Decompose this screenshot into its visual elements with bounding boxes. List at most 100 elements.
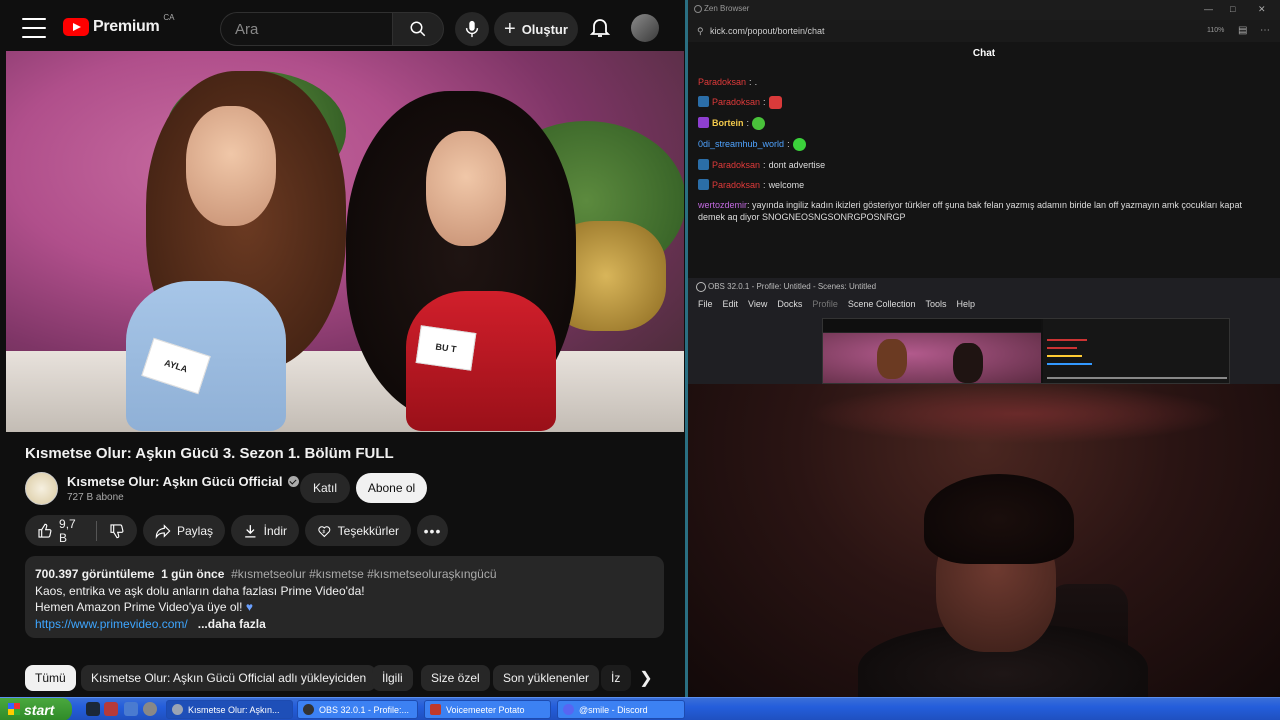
channel-name[interactable]: Kısmetse Olur: Aşkın Gücü Official (67, 474, 299, 489)
taskbar-item-youtube[interactable]: Kısmetse Olur: Aşkın... (166, 700, 293, 719)
address-bar[interactable]: kick.com/popout/bortein/chat (688, 20, 1280, 42)
menu-docks[interactable]: Docks (777, 299, 802, 309)
chat-sep: : (763, 97, 766, 107)
menu-view[interactable]: View (748, 299, 767, 309)
obs-icon (696, 282, 706, 292)
dislike-icon[interactable] (109, 522, 125, 540)
chat-message: Paradoksan: welcome (698, 179, 1270, 191)
video-title: Kısmetse Olur: Aşkın Gücü 3. Sezon 1. Bö… (25, 445, 394, 462)
subscriber-badge-icon (698, 96, 709, 107)
chat-username[interactable]: wertozdemir (698, 200, 747, 210)
preview-header (823, 319, 1041, 333)
reader-icon[interactable]: ▤ (1238, 25, 1247, 36)
menu-file[interactable]: File (698, 299, 713, 309)
chat-username[interactable]: Paradoksan (712, 179, 760, 191)
description-box[interactable]: 700.397 görüntüleme 1 gün önce #kısmetse… (25, 556, 664, 638)
youtube-play-icon (63, 18, 89, 36)
taskbar-item-voicemeeter[interactable]: Voicemeeter Potato (424, 700, 551, 719)
upload-age: 1 gün önce (161, 567, 225, 581)
steam-icon[interactable] (86, 702, 100, 716)
desktop: Premium CA Ara + Oluştur AYLA BU T Kısme… (0, 0, 1280, 720)
quicklaunch-app-icon[interactable] (124, 702, 138, 716)
chat-sep: : (747, 200, 750, 210)
obs-preview[interactable] (822, 318, 1230, 384)
site-settings-icon[interactable]: ⚲ (697, 26, 704, 37)
subscriber-badge-icon (698, 179, 709, 190)
thanks-heart-icon: $ (318, 525, 331, 537)
video-player[interactable]: AYLA BU T (6, 51, 684, 432)
url-text[interactable]: kick.com/popout/bortein/chat (710, 26, 825, 36)
close-icon[interactable]: ✕ (1258, 4, 1266, 15)
browser-quicklaunch-icon[interactable] (143, 702, 157, 716)
chip-all[interactable]: Tümü (25, 665, 76, 691)
chat-message: wertozdemir: yayında ingiliz kadın ikizl… (698, 199, 1270, 223)
prime-video-link[interactable]: https://www.primevideo.com/ (35, 617, 188, 631)
chat-text: dont advertise (768, 160, 826, 170)
youtube-header: Premium CA Ara + Oluştur (0, 0, 688, 56)
chip-related[interactable]: İlgili (372, 665, 413, 691)
chevron-right-icon[interactable]: ❯ (632, 665, 660, 691)
video-person-face (426, 131, 506, 246)
start-button[interactable]: start (0, 698, 72, 720)
browser-window: Zen Browser — □ ✕ kick.com/popout/bortei… (688, 0, 1280, 278)
maximize-icon[interactable]: □ (1230, 4, 1235, 14)
taskbar-item-obs[interactable]: OBS 32.0.1 - Profile:... (297, 700, 418, 719)
search-input[interactable]: Ara (220, 12, 392, 46)
chip-for-you[interactable]: Size özel (421, 665, 490, 691)
blue-heart-icon: ♥ (245, 600, 253, 614)
like-icon[interactable] (37, 522, 53, 540)
download-label: İndir (263, 523, 287, 538)
chip-recent[interactable]: Son yüklenenler (493, 665, 600, 691)
menu-scene-collection[interactable]: Scene Collection (848, 299, 916, 309)
preview-person (953, 343, 983, 383)
minimize-icon[interactable]: — (1204, 4, 1213, 14)
notifications-bell-icon[interactable] (588, 15, 612, 39)
channel-avatar[interactable] (25, 472, 58, 505)
menu-help[interactable]: Help (956, 299, 975, 309)
quicklaunch-app-icon[interactable] (104, 702, 118, 716)
search-button[interactable] (392, 12, 444, 46)
taskbar-item-discord[interactable]: @smile - Discord (557, 700, 685, 719)
youtube-premium-logo[interactable]: Premium CA (63, 13, 175, 36)
emote-icon (752, 117, 766, 130)
chat-text: yayında ingiliz kadın ikizleri gösteriyo… (698, 200, 1242, 222)
create-button[interactable]: + Oluştur (494, 12, 578, 46)
subscribe-button[interactable]: Abone ol (356, 473, 427, 503)
download-icon (245, 524, 256, 538)
chat-username[interactable]: Paradoksan (712, 159, 760, 171)
menu-edit[interactable]: Edit (723, 299, 739, 309)
join-button[interactable]: Katıl (300, 473, 350, 503)
chat-sep: : (763, 160, 766, 170)
like-count[interactable]: 9,7 B (59, 517, 84, 545)
chat-message: Paradoksan: (698, 96, 1270, 109)
voice-search-button[interactable] (455, 12, 489, 46)
obs-title: OBS 32.0.1 - Profile: Untitled - Scenes:… (708, 282, 877, 291)
chat-username[interactable]: Paradoksan (712, 96, 760, 108)
menu-icon[interactable] (22, 18, 46, 38)
extensions-icon[interactable]: ⋯ (1260, 25, 1270, 36)
video-person-face (186, 106, 276, 226)
chat-message: Paradoksan: . (698, 76, 1270, 88)
show-more-link[interactable]: ...daha fazla (198, 617, 266, 631)
account-avatar[interactable] (631, 14, 659, 42)
plus-icon: + (504, 18, 516, 40)
share-label: Paylaş (176, 523, 213, 538)
description-meta: 700.397 görüntüleme 1 gün önce #kısmetse… (35, 566, 654, 583)
region-code: CA (163, 12, 175, 22)
menu-tools[interactable]: Tools (925, 299, 946, 309)
chat-text: welcome (768, 180, 805, 190)
chip-from-uploader[interactable]: Kısmetse Olur: Aşkın Gücü Official adlı … (81, 665, 377, 691)
chat-username[interactable]: 0di_streamhub_world (698, 138, 784, 150)
chat-sep: : (763, 180, 766, 190)
menu-profile[interactable]: Profile (812, 299, 838, 309)
chip-watched[interactable]: İz (601, 665, 631, 691)
download-button[interactable]: İndir (231, 515, 299, 546)
browser-title: Zen Browser (704, 4, 750, 13)
thanks-button[interactable]: $ Teşekkürler (305, 515, 411, 546)
hashtags[interactable]: #kısmetseolur #kısmetse #kısmetseolurаşk… (231, 567, 496, 581)
chat-username[interactable]: Paradoksan (698, 76, 746, 88)
more-actions-icon[interactable]: ••• (417, 515, 448, 546)
chat-username[interactable]: Bortein (712, 117, 744, 129)
zoom-level[interactable]: 110% (1207, 27, 1224, 34)
share-button[interactable]: Paylaş (143, 515, 225, 546)
